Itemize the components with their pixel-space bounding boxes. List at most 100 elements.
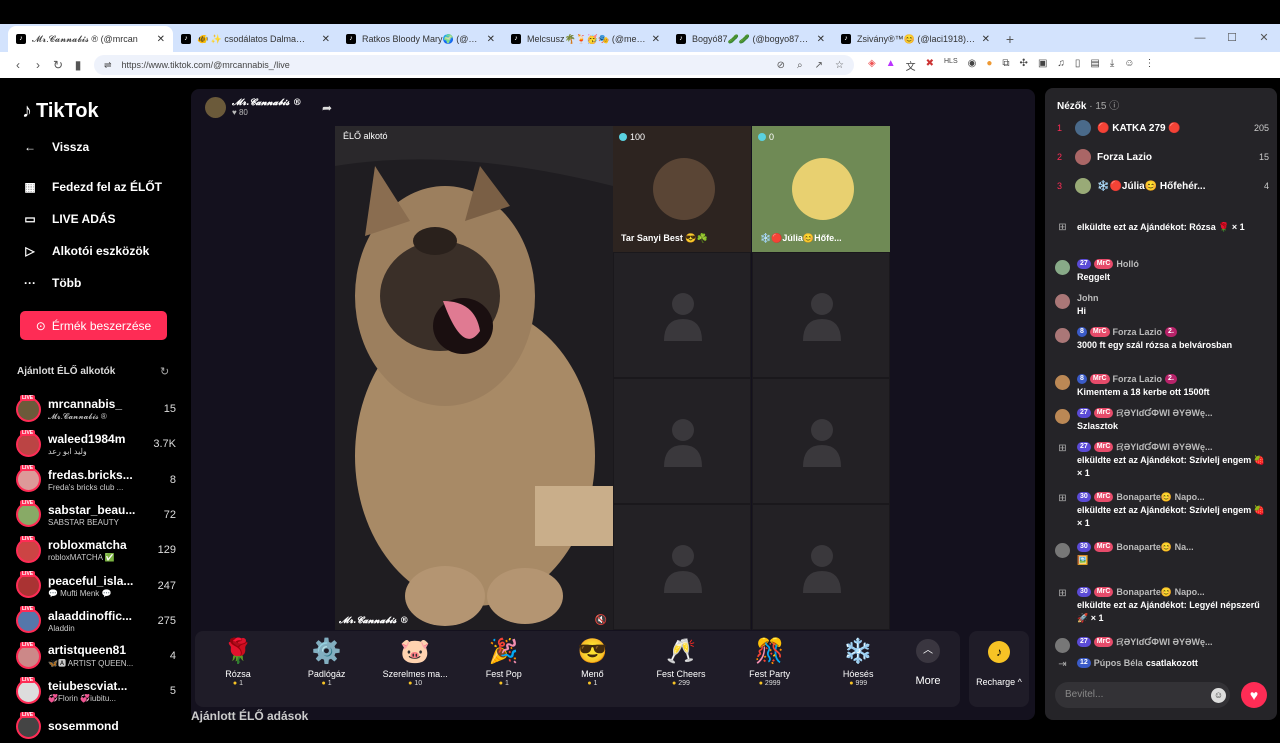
gift-item[interactable]: 😎 Menő1: [557, 637, 627, 687]
get-coins-button[interactable]: ⊙ Érmék beszerzése: [20, 311, 167, 340]
back-arrow-icon[interactable]: ‹: [8, 58, 28, 72]
gift-item[interactable]: 🎊 Fest Party2999: [735, 637, 805, 687]
top-viewer-row[interactable]: 3 ❄️🔴Júlia😊 Hőfehér... 4: [1057, 175, 1269, 197]
chat-username[interactable]: Bonaparte😊 Napo...: [1116, 492, 1204, 503]
close-tab-icon[interactable]: ✕: [157, 34, 165, 45]
creator-item[interactable]: LIVE alaaddinoffic... Aladdin 275: [16, 605, 176, 637]
puzzle-icon[interactable]: ✣: [1020, 58, 1028, 73]
chat-username[interactable]: ꗛƏYIɗƓФWI ƏYƏWę...: [1116, 408, 1212, 419]
tiktok-logo[interactable]: ♪ TikTok: [22, 100, 99, 123]
translate-icon[interactable]: 文: [906, 58, 916, 73]
empty-guest-slot[interactable]: [613, 504, 751, 630]
chat-username[interactable]: Forza Lazio: [1113, 327, 1163, 337]
chat-username[interactable]: Bonaparte😊 Napo...: [1116, 587, 1204, 598]
creator-item[interactable]: LIVE artistqueen81 🦋🅰 ARTIST QUEEN... 4: [16, 640, 176, 672]
share-icon[interactable]: ↗: [815, 60, 823, 71]
triangle-icon[interactable]: ▲: [886, 58, 896, 73]
chat-avatar[interactable]: [1055, 328, 1070, 343]
gift-item[interactable]: 🥂 Fest Cheers299: [646, 637, 716, 687]
camera-icon[interactable]: ▣: [1038, 58, 1047, 73]
emoji-icon[interactable]: ☺: [1211, 688, 1226, 703]
color-icon[interactable]: ●: [986, 58, 992, 73]
new-tab-button[interactable]: +: [998, 26, 1022, 52]
host-info[interactable]: 𝓜𝓻.𝓒𝓪𝓷𝓷𝓪𝓫𝓲𝓼 ® ♥ 80: [205, 97, 302, 118]
creator-item[interactable]: LIVE sosemmond: [16, 711, 176, 743]
creator-item[interactable]: LIVE peaceful_isla... 💬 Mufti Menk 💬 247: [16, 570, 176, 602]
empty-guest-slot[interactable]: [613, 252, 751, 378]
browser-tab[interactable]: ♪ Bogyó87🥒🥒 (@bogyo87_) ÉLŐ a ✕: [668, 26, 833, 52]
close-tab-icon[interactable]: ✕: [982, 34, 990, 45]
close-tab-icon[interactable]: ✕: [817, 34, 825, 45]
close-tab-icon[interactable]: ✕: [322, 34, 330, 45]
creator-item[interactable]: LIVE fredas.bricks... Freda's bricks club …: [16, 464, 176, 496]
guest-slot-2[interactable]: 0 ❄️🔴Júlia😊Hőfe...: [752, 126, 890, 252]
creator-item[interactable]: LIVE robloxmatcha robloxMATCHA ✅ 129: [16, 534, 176, 566]
top-viewer-row[interactable]: 1 🔴 KATKA 279 🔴 205: [1057, 117, 1269, 139]
star-icon[interactable]: ☆: [835, 60, 844, 71]
screenshot-icon[interactable]: ⧉: [1002, 58, 1009, 73]
creator-item[interactable]: LIVE teiubescviat... 💞Florin 💞iubitu... 5: [16, 675, 176, 707]
nav-live-broadcast[interactable]: ▭ LIVE ADÁS: [22, 212, 115, 226]
zoom-icon[interactable]: ⌕: [797, 60, 803, 71]
bookmark-icon[interactable]: ▮: [68, 58, 88, 72]
menu-icon[interactable]: ⋮: [1145, 58, 1155, 73]
gift-item[interactable]: 🎉 Fest Pop1: [469, 637, 539, 687]
chat-avatar[interactable]: [1055, 260, 1070, 275]
mute-icon[interactable]: 🔇: [595, 615, 607, 626]
browser-tab[interactable]: ♪ Melcsusz🌴🍹🥳🎭 (@melinc ✕: [503, 26, 668, 52]
record-icon[interactable]: ◉: [968, 58, 977, 73]
nav-explore-live[interactable]: ▦ Fedezd fel az ÉLŐT: [22, 180, 162, 194]
gift-item[interactable]: ⚙️ Padlógáz1: [292, 637, 362, 687]
x-icon[interactable]: ✖: [926, 58, 934, 73]
sidepanel-icon[interactable]: ▯: [1075, 58, 1081, 73]
site-info-icon[interactable]: ⇌: [104, 60, 112, 71]
empty-guest-slot[interactable]: [613, 378, 751, 504]
close-tab-icon[interactable]: ✕: [652, 34, 660, 45]
chat-username[interactable]: Púpos Béla: [1094, 658, 1143, 668]
url-field[interactable]: ⇌ https://www.tiktok.com/@mrcannabis_/li…: [94, 55, 854, 75]
chat-username[interactable]: ꗛƏYIɗƓФWI ƏYƏWę...: [1116, 637, 1212, 648]
browser-tab[interactable]: ♪ Zsivány®™😊 (@laci1918) ÉLŐ adás ✕: [833, 26, 998, 52]
share-icon[interactable]: ➦: [322, 101, 332, 115]
guest-slot-1[interactable]: 100 Tar Sanyi Best 😎☘️: [613, 126, 751, 252]
chat-input[interactable]: Bevitel...: [1055, 682, 1230, 708]
download-icon[interactable]: ⤓: [1110, 58, 1114, 73]
shield-icon[interactable]: ◈: [868, 58, 876, 73]
chat-avatar[interactable]: [1055, 375, 1070, 390]
reload-icon[interactable]: ↻: [48, 58, 68, 72]
browser-tab[interactable]: ♪ 🐠 ✨ csodálatos Dalma🚌🏝️ ✕: [173, 26, 338, 52]
profile-icon[interactable]: ☺: [1124, 58, 1134, 73]
empty-guest-slot[interactable]: [752, 378, 890, 504]
host-video[interactable]: ÉLŐ alkotó 𝓜𝓻.𝓒𝓪𝓷𝓷𝓪𝓫𝓲𝓼 ® 🔇: [335, 126, 613, 630]
music-icon[interactable]: ♫: [1057, 58, 1065, 73]
recharge-button[interactable]: ♪ Recharge ^: [969, 631, 1029, 707]
gift-item[interactable]: ❄️ Hóesés999: [823, 637, 893, 687]
top-viewer-row[interactable]: 2 Forza Lazio 15: [1057, 146, 1269, 168]
close-tab-icon[interactable]: ✕: [487, 34, 495, 45]
back-link[interactable]: ← Vissza: [22, 140, 89, 154]
chat-username[interactable]: John: [1077, 293, 1099, 303]
chat-username[interactable]: Holló: [1116, 259, 1139, 269]
more-gifts-button[interactable]: ︿ More: [908, 639, 948, 687]
hls-icon[interactable]: HLS: [944, 58, 958, 73]
chat-avatar[interactable]: [1055, 294, 1070, 309]
gift-item[interactable]: 🐷 Szerelmes ma...10: [380, 637, 450, 687]
nav-creator-tools[interactable]: ▷ Alkotói eszközök: [22, 244, 149, 258]
chat-username[interactable]: Bonaparte😊 Na...: [1116, 542, 1193, 553]
empty-guest-slot[interactable]: [752, 252, 890, 378]
empty-guest-slot[interactable]: [752, 504, 890, 630]
creator-item[interactable]: LIVE waleed1984m وليد ابو رعد 3.7K: [16, 428, 176, 460]
creator-item[interactable]: LIVE mrcannabis_ 𝓜𝓻.𝓒𝓪𝓷𝓷𝓪𝓫𝓲𝓼 ® 15: [16, 393, 176, 425]
chat-username[interactable]: Forza Lazio: [1113, 374, 1163, 384]
chat-avatar[interactable]: [1055, 543, 1070, 558]
mute-site-icon[interactable]: ⊘: [777, 60, 785, 71]
chat-username[interactable]: ꗛƏYIɗƓФWI ƏYƏWę...: [1116, 442, 1212, 453]
refresh-icon[interactable]: ↻: [160, 365, 169, 378]
chat-avatar[interactable]: [1055, 638, 1070, 653]
forward-arrow-icon[interactable]: ›: [28, 58, 48, 72]
browser-tab[interactable]: ♪ Ratkos Bloody Mary🌍 (@bloodyma ✕: [338, 26, 503, 52]
maximize-icon[interactable]: ☐: [1216, 24, 1248, 52]
like-heart-button[interactable]: ♥: [1241, 682, 1267, 708]
browser-tab[interactable]: ♪ 𝓜𝓻.𝓒𝓪𝓷𝓷𝓪𝓫𝓲𝓼 ® (@mrcan ✕: [8, 26, 173, 52]
info-icon[interactable]: ⓘ: [1109, 101, 1119, 112]
